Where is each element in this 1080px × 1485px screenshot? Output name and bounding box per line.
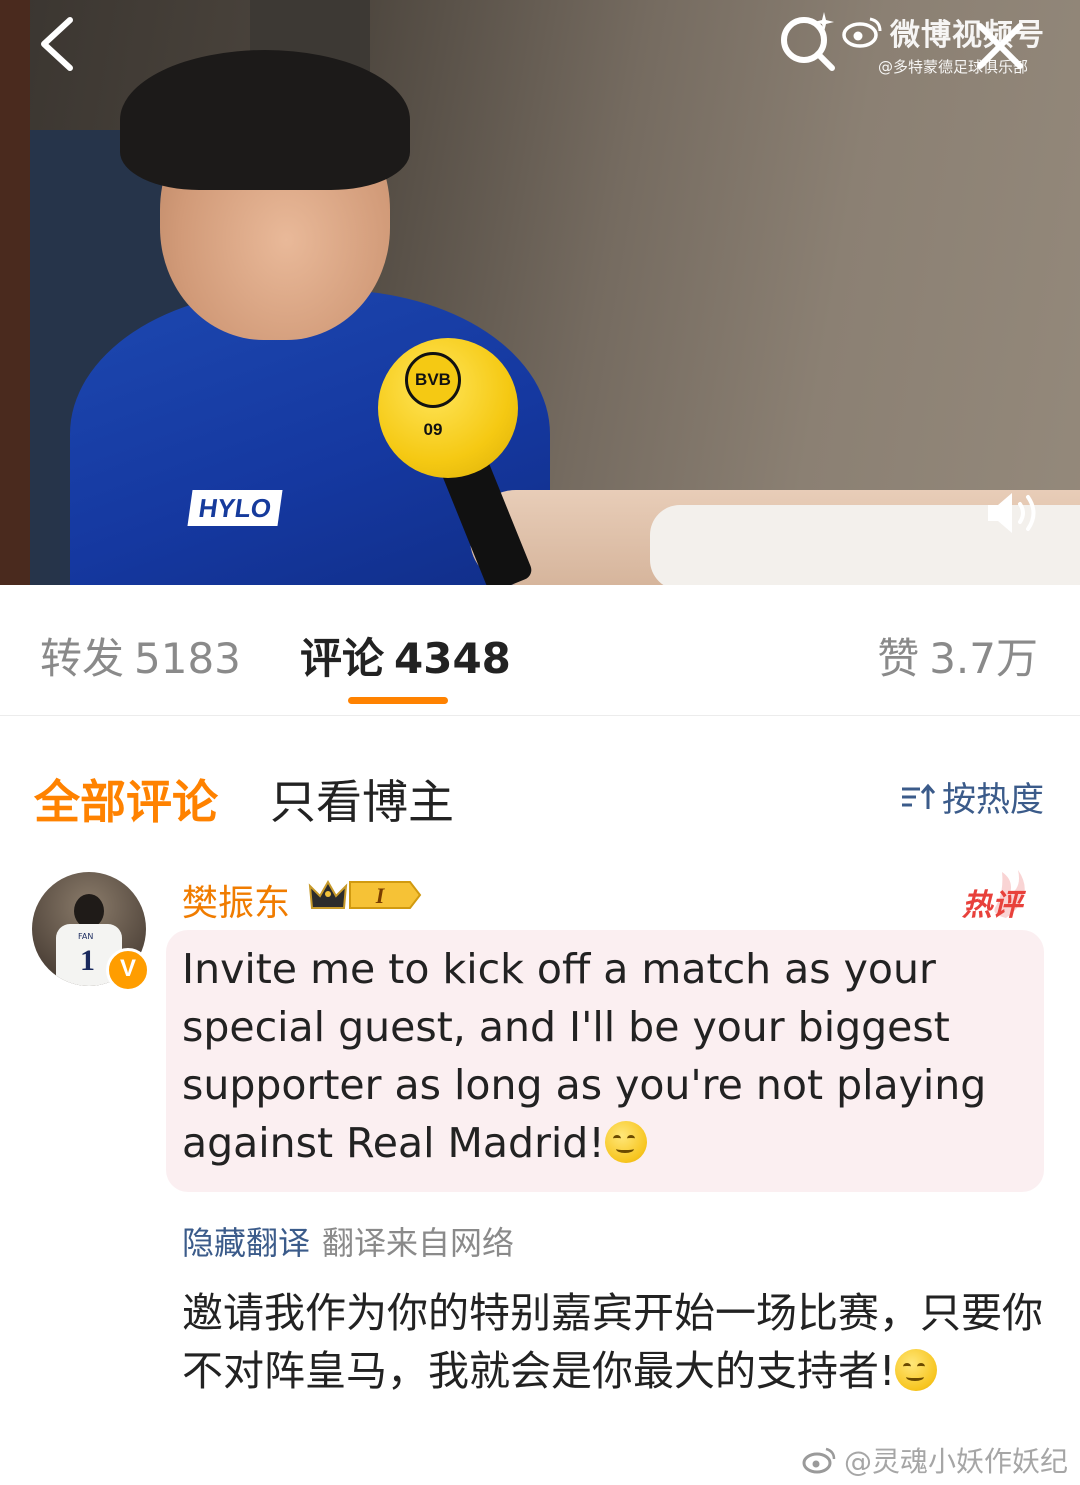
- filter-author-only[interactable]: 只看博主: [270, 766, 454, 832]
- hot-comment-label: 热评: [962, 888, 1022, 923]
- comment-text: Invite me to kick off a match as your sp…: [182, 945, 987, 1167]
- vip-level: I: [375, 883, 386, 908]
- translated-text-block: 邀请我作为你的特别嘉宾开始一场比赛，只要你不对阵皇马，我就会是你最大的支持者!: [182, 1284, 1052, 1400]
- comments-count: 4348: [394, 634, 511, 683]
- chevron-left-icon: [41, 17, 73, 71]
- wall-left: [0, 0, 30, 585]
- microphone-logo: BVB 09: [405, 352, 461, 439]
- verified-badge: V: [106, 948, 150, 992]
- watermark-account: @多特蒙德足球俱乐部: [878, 58, 1029, 76]
- smile-emoji-icon: [604, 1121, 647, 1163]
- hot-comment-tag: 热评: [956, 866, 1036, 923]
- search-button[interactable]: [776, 8, 840, 72]
- comment-filter-bar: 全部评论 只看博主 按热度: [0, 716, 1080, 856]
- volume-icon: [988, 493, 1036, 533]
- sort-icon: [902, 783, 936, 809]
- search-icon: [781, 12, 835, 71]
- close-button[interactable]: [972, 18, 1028, 74]
- close-icon: [977, 23, 1023, 69]
- back-button[interactable]: [34, 14, 94, 74]
- avatar-jersey-number: 1: [80, 944, 95, 977]
- video-watermark: 微博视频号 @多特蒙德足球俱乐部: [842, 10, 1062, 77]
- reposts-label: 转发: [40, 634, 125, 683]
- sort-label: 按热度: [942, 780, 1044, 820]
- comments-label: 评论: [300, 634, 385, 683]
- person-hair: [120, 50, 410, 190]
- weibo-logo-icon: [842, 17, 882, 48]
- tab-reposts[interactable]: 转发 5183: [40, 625, 241, 686]
- footer-watermark-text: @灵魂小妖作妖纪: [843, 1445, 1068, 1478]
- avatar-figure-head: [74, 894, 104, 928]
- footer-watermark: @灵魂小妖作妖纪: [802, 1440, 1068, 1480]
- hide-translation-link[interactable]: 隐藏翻译: [182, 1224, 310, 1262]
- tab-comments[interactable]: 评论 4348: [300, 625, 511, 686]
- stats-tab-bar: 转发 5183 评论 4348 赞 3.7万: [0, 585, 1080, 716]
- filter-all-comments[interactable]: 全部评论: [34, 766, 218, 832]
- video-player[interactable]: HYLO BVB 09: [0, 0, 1080, 585]
- volume-button[interactable]: [984, 488, 1044, 538]
- translation-source: 翻译来自网络: [322, 1224, 515, 1262]
- comment-username[interactable]: 樊振东: [182, 874, 290, 926]
- tab-likes[interactable]: 赞 3.7万: [877, 625, 1038, 686]
- shirt-brand: HYLO: [187, 490, 283, 526]
- weibo-logo-icon-footer: [802, 1447, 836, 1474]
- translation-row: 隐藏翻译 翻译来自网络: [182, 1218, 514, 1264]
- likes-label: 赞: [877, 634, 920, 683]
- comment-item: FAN 1 V 樊振东 I 热评 Invite me to kick off a…: [0, 856, 1080, 1485]
- smile-emoji-icon-translated: [895, 1349, 938, 1391]
- comment-bubble: Invite me to kick off a match as your sp…: [166, 930, 1044, 1192]
- active-tab-indicator: [348, 697, 448, 704]
- vip-crown-icon: I: [308, 879, 422, 909]
- likes-count: 3.7万: [929, 634, 1038, 683]
- avatar-jersey-name: FAN: [78, 932, 94, 941]
- watermark-title-row: 微博视频号: [842, 10, 1062, 54]
- reposts-count: 5183: [134, 634, 241, 683]
- sort-by-popularity-button[interactable]: 按热度: [900, 772, 1044, 821]
- comment-text-block: Invite me to kick off a match as your sp…: [182, 940, 1028, 1172]
